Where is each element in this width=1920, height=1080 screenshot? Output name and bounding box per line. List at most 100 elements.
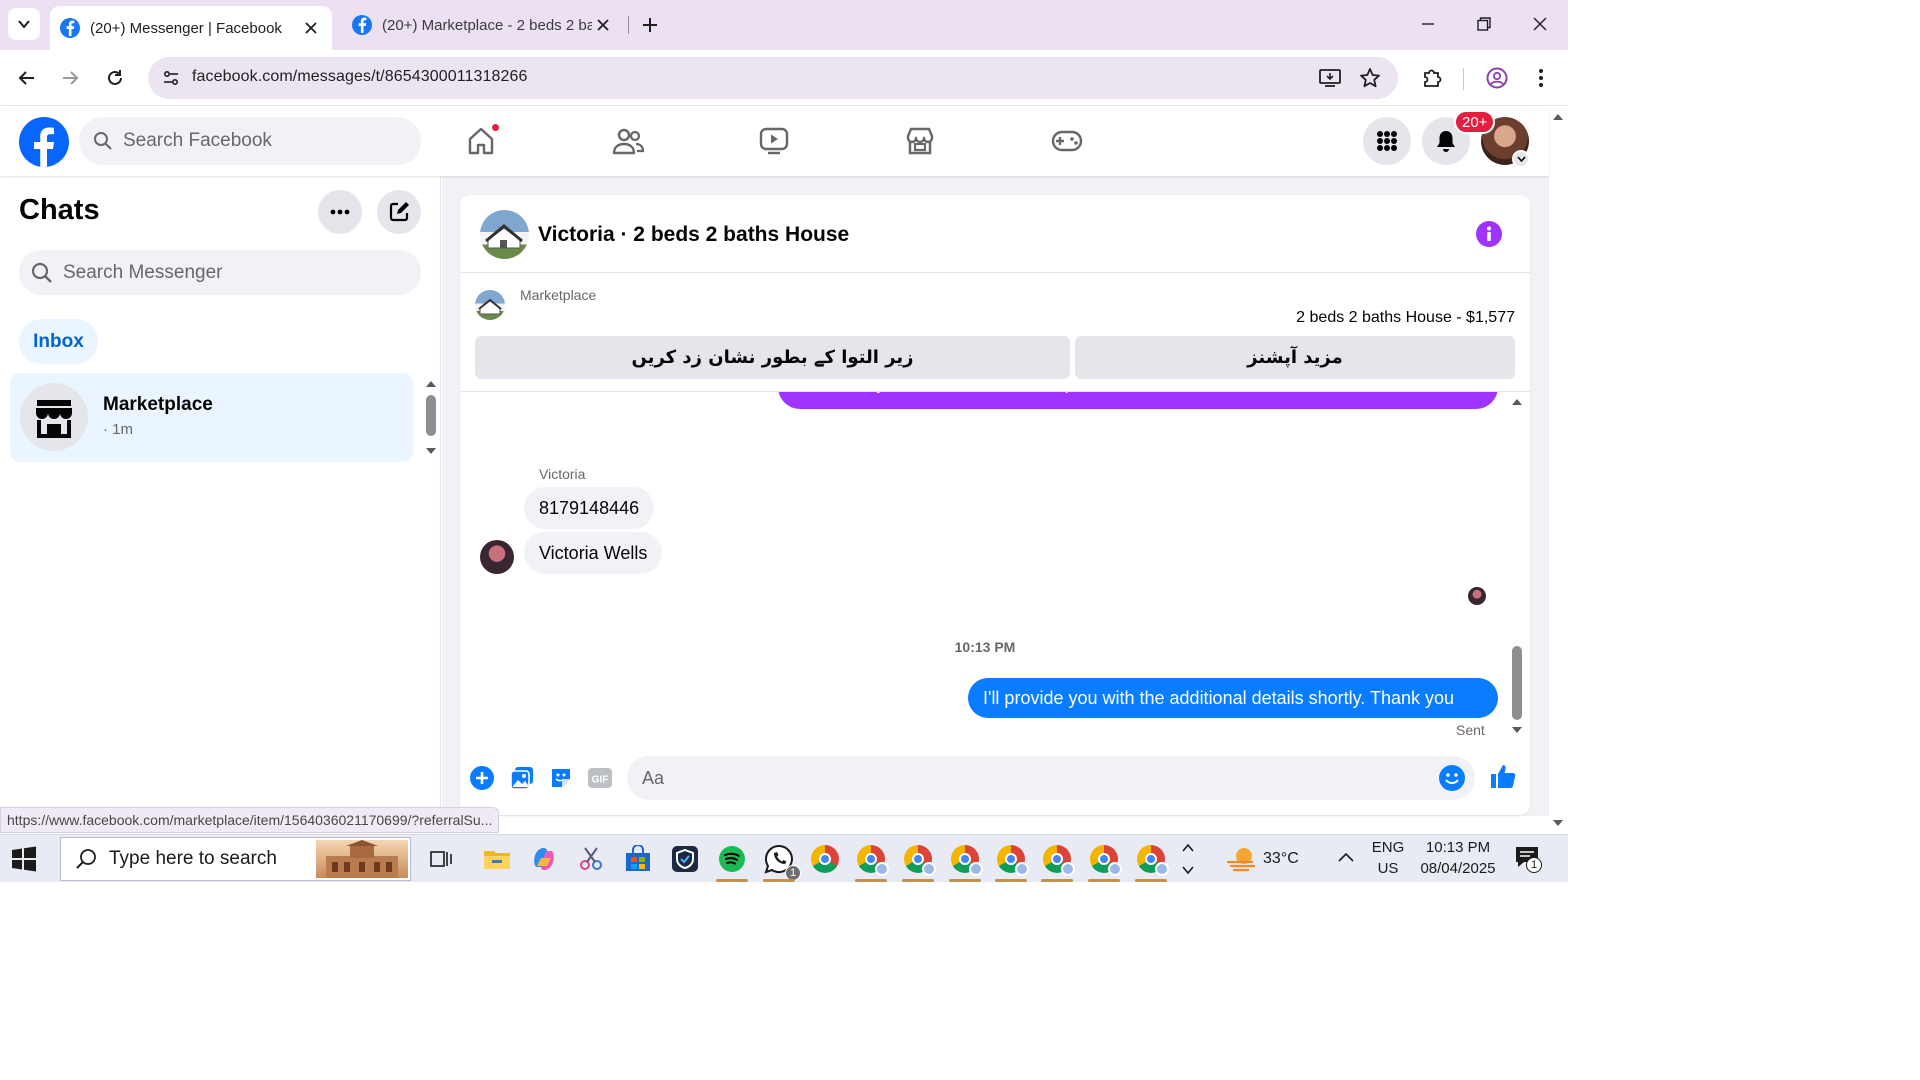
tab-marketplace[interactable]: (20+) Marketplace - 2 beds 2 ba xyxy=(342,8,624,42)
close-tab-icon[interactable] xyxy=(592,14,614,36)
inbox-filter-tab[interactable]: Inbox xyxy=(19,319,98,364)
facebook-search-box[interactable]: Search Facebook xyxy=(79,117,421,165)
site-info-icon[interactable] xyxy=(156,63,186,93)
conversation-scrollbar-thumb[interactable] xyxy=(1512,646,1522,720)
incoming-message-bubble[interactable]: Victoria Wells xyxy=(524,532,663,574)
microsoft-store-icon[interactable] xyxy=(620,841,656,877)
scroll-down-arrow-icon[interactable] xyxy=(1552,818,1564,828)
whatsapp-icon[interactable]: 1 xyxy=(761,841,801,882)
extensions-puzzle-icon[interactable] xyxy=(1418,64,1446,92)
chrome-profile-icon[interactable] xyxy=(1133,841,1169,882)
facebook-logo-icon[interactable] xyxy=(19,117,69,167)
taskbar-search-box[interactable]: Type here to search xyxy=(60,837,411,881)
restore-icon[interactable] xyxy=(1464,8,1504,40)
mark-as-pending-button[interactable]: زیر التوا کے بطور نشان زد کریں xyxy=(475,336,1070,379)
listing-thumbnail[interactable] xyxy=(475,290,505,320)
search-icon xyxy=(94,132,112,150)
url-text: facebook.com/messages/t/8654300011318266 xyxy=(192,68,528,85)
outgoing-message-bubble[interactable]: I'll provide you with the additional det… xyxy=(968,678,1498,718)
chat-time: · 1m xyxy=(103,421,133,438)
more-actions-plus-icon[interactable] xyxy=(469,765,495,791)
spotify-icon[interactable] xyxy=(714,841,750,882)
scroll-up-arrow-icon[interactable] xyxy=(425,379,437,389)
incoming-message-bubble[interactable]: 8179148446 xyxy=(524,487,655,529)
gif-icon[interactable]: GIF xyxy=(587,765,613,791)
sticker-icon[interactable] xyxy=(548,765,574,791)
browser-tab-bar: (20+) Messenger | Facebook (20+) Marketp… xyxy=(0,0,1568,50)
weather-icon[interactable] xyxy=(1223,841,1259,877)
chrome-menu-kebab-icon[interactable] xyxy=(1527,64,1555,92)
file-explorer-icon[interactable] xyxy=(479,841,515,877)
message-status: Sent xyxy=(1456,722,1485,738)
chrome-profile-icon[interactable] xyxy=(947,841,983,882)
windows-taskbar: Type here to search 1 33°C ENG US 10:13 … xyxy=(0,834,1568,882)
listing-title-price[interactable]: 2 beds 2 baths House - $1,577 xyxy=(1296,309,1515,327)
new-message-compose-icon[interactable] xyxy=(377,190,421,234)
reload-icon[interactable] xyxy=(101,64,129,92)
conversation-title[interactable]: Victoria · 2 beds 2 baths House xyxy=(538,223,849,247)
clock-time: 10:13 PM xyxy=(1425,839,1491,856)
taskbar-overflow-chevrons-icon[interactable] xyxy=(1181,839,1195,879)
show-hidden-icons-chevron-icon[interactable] xyxy=(1337,851,1355,863)
chat-name: Marketplace xyxy=(103,394,213,415)
copilot-icon[interactable] xyxy=(526,841,562,877)
task-view-icon[interactable] xyxy=(423,841,459,877)
notification-count-badge: 20+ xyxy=(1454,110,1496,134)
chrome-icon[interactable] xyxy=(807,841,843,877)
read-receipt-avatar xyxy=(1468,587,1486,605)
close-window-icon[interactable] xyxy=(1520,8,1560,40)
forward-arrow-icon[interactable] xyxy=(56,64,84,92)
weather-temperature[interactable]: 33°C xyxy=(1263,848,1299,869)
scroll-up-arrow-icon[interactable] xyxy=(1552,112,1564,122)
chrome-profile-icon[interactable] xyxy=(993,841,1029,882)
bookmark-star-icon[interactable] xyxy=(1358,66,1382,90)
address-bar[interactable]: facebook.com/messages/t/8654300011318266 xyxy=(148,57,1398,99)
tab-title: (20+) Messenger | Facebook xyxy=(90,19,282,37)
account-chevron-down-icon[interactable] xyxy=(1512,150,1530,168)
marketplace-nav-icon[interactable] xyxy=(902,123,938,159)
scroll-down-arrow-icon[interactable] xyxy=(1511,725,1523,735)
emoji-icon[interactable] xyxy=(1439,765,1465,791)
menu-grid-icon[interactable] xyxy=(1363,117,1411,165)
profile-icon[interactable] xyxy=(1483,64,1511,92)
chat-list-item[interactable]: Marketplace · 1m xyxy=(10,373,413,462)
watch-video-nav-icon[interactable] xyxy=(756,123,792,159)
scroll-up-arrow-icon[interactable] xyxy=(1511,397,1523,407)
close-tab-icon[interactable] xyxy=(300,17,322,39)
language-code: ENG xyxy=(1371,839,1405,856)
chats-scrollbar-thumb[interactable] xyxy=(426,395,436,436)
browser-toolbar: facebook.com/messages/t/8654300011318266 xyxy=(0,50,1568,106)
info-icon[interactable] xyxy=(1476,221,1502,247)
message-input[interactable]: Aa xyxy=(627,756,1475,800)
new-tab-plus-icon[interactable] xyxy=(636,11,664,39)
attach-photo-icon[interactable] xyxy=(509,765,535,791)
friends-nav-icon[interactable] xyxy=(610,123,646,159)
tab-messenger[interactable]: (20+) Messenger | Facebook xyxy=(50,6,332,50)
sender-avatar[interactable] xyxy=(480,540,514,574)
input-language[interactable]: ENG US xyxy=(1370,837,1406,879)
thumbs-up-icon[interactable] xyxy=(1488,761,1518,791)
vpn-shield-app-icon[interactable] xyxy=(667,841,703,877)
snipping-tool-icon[interactable] xyxy=(573,841,609,877)
action-center-icon[interactable]: 1 xyxy=(1514,845,1544,875)
tab-separator xyxy=(628,16,629,34)
tab-search-chevron-icon[interactable] xyxy=(8,8,40,40)
scroll-down-arrow-icon[interactable] xyxy=(425,446,437,456)
clock-date: 08/04/2025 xyxy=(1420,860,1496,877)
toolbar-separator xyxy=(1463,68,1464,90)
chrome-profile-icon[interactable] xyxy=(1086,841,1122,882)
search-icon xyxy=(76,849,96,869)
chat-options-ellipsis-icon[interactable] xyxy=(318,190,362,234)
chrome-profile-icon[interactable] xyxy=(853,841,889,882)
install-app-icon[interactable] xyxy=(1318,66,1342,90)
chrome-profile-icon[interactable] xyxy=(900,841,936,882)
back-arrow-icon[interactable] xyxy=(13,64,41,92)
listing-avatar[interactable] xyxy=(480,210,529,259)
minimize-icon[interactable] xyxy=(1408,8,1448,40)
gaming-nav-icon[interactable] xyxy=(1049,123,1085,159)
messenger-search-box[interactable]: Search Messenger xyxy=(19,250,421,295)
chrome-profile-icon[interactable] xyxy=(1039,841,1075,882)
more-options-button[interactable]: مزید آپشنز xyxy=(1075,336,1515,379)
windows-start-icon[interactable] xyxy=(10,845,38,873)
system-clock[interactable]: 10:13 PM 08/04/2025 xyxy=(1414,837,1502,879)
